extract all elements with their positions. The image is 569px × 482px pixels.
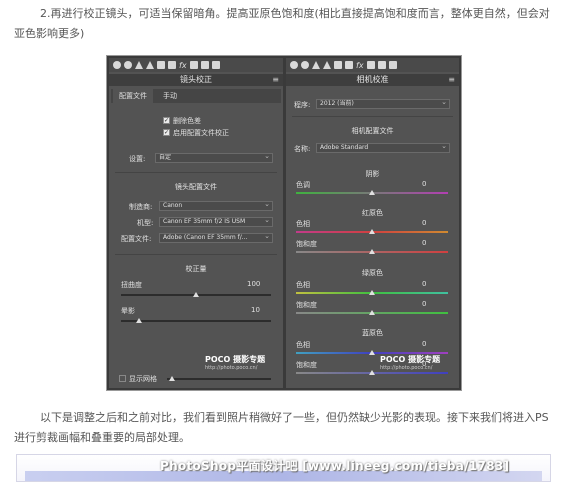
green-primary-heading: 绿原色 [362,269,383,277]
lens-correction-panel: fx 镜头校正 ≡ 配置文件 手动 ✓ 删除色差 ✓ 启用配置文件校正 设置: … [109,58,283,388]
watermark-text: POCO 摄影专题 [205,355,266,364]
panel-title-text: 相机校准 [356,75,389,84]
effects-icon[interactable]: fx [179,61,187,70]
blue-hue-value[interactable]: 0 [422,340,426,348]
blue-hue-label: 色相 [296,341,310,349]
tab-profile[interactable]: 配置文件 [113,89,153,103]
green-hue-label: 色相 [296,281,310,289]
model-select[interactable]: Canon EF 35mm f/2 IS USM [159,217,273,227]
blue-sat-label: 饱和度 [296,361,317,369]
panel-title: 相机校准 ≡ [286,74,459,86]
process-select[interactable]: 2012 (当前) [316,99,450,109]
camera-calibration-panel: fx 相机校准 ≡ 程序: 2012 (当前) 相机配置文件 名称: Adobe… [286,58,459,388]
comparison-paragraph: 以下是调整之后和之前对比，我们看到照片稍微好了一些，但仍然缺少光影的表现。接下来… [14,411,549,444]
snapshots-icon[interactable] [211,61,220,69]
grid-size-slider-thumb[interactable] [169,376,175,381]
divider [115,172,277,173]
hsl-icon[interactable] [135,61,143,69]
shadows-heading: 阴影 [365,170,380,178]
split-toning-icon[interactable] [323,61,331,69]
snapshots-icon[interactable] [388,61,397,69]
vignette-slider[interactable] [121,320,271,322]
remove-ca-label: 删除色差 [173,117,201,125]
red-primary-heading: 红原色 [362,209,383,217]
green-hue-slider-thumb[interactable] [369,290,375,295]
profile-label: 配置文件: [121,235,152,243]
presets-icon[interactable] [377,61,386,69]
panel-title: 镜头校正 ≡ [109,74,283,86]
green-hue-value[interactable]: 0 [422,280,426,288]
tint-value[interactable]: 0 [422,180,426,188]
lightroom-screenshot: fx 镜头校正 ≡ 配置文件 手动 ✓ 删除色差 ✓ 启用配置文件校正 设置: … [106,55,462,391]
tint-label: 色调 [296,181,310,189]
red-sat-value[interactable]: 0 [422,239,426,247]
watermark-url: http://photo.poco.cn/ [380,365,433,371]
profile-name-select[interactable]: Adobe Standard [316,143,450,153]
process-label: 程序: [294,101,311,109]
blue-primary-heading: 蓝原色 [362,329,383,337]
make-label: 制造商: [129,203,153,211]
camera-icon[interactable] [366,61,375,69]
show-grid-checkbox[interactable] [119,375,126,382]
basic-icon[interactable] [290,61,298,69]
presets-icon[interactable] [200,61,209,69]
model-label: 机型: [137,219,154,227]
detail-icon[interactable] [334,61,342,69]
blue-hue-slider-thumb[interactable] [369,350,375,355]
blue-sat-slider-thumb[interactable] [369,370,375,375]
poco-watermark: POCO 摄影专题 http://photo.poco.cn/ [205,354,265,371]
make-select[interactable]: Canon [159,201,273,211]
watermark-url: http://photo.poco.cn/ [205,365,258,371]
divider [292,116,453,117]
profile-select[interactable]: Adobe (Canon EF 35mm f/... [159,233,273,243]
basic-icon[interactable] [113,61,121,69]
red-hue-slider-thumb[interactable] [369,229,375,234]
split-toning-icon[interactable] [146,61,154,69]
lens-icon[interactable] [168,61,176,69]
detail-icon[interactable] [157,61,165,69]
tool-icon-bar: fx [109,58,283,72]
tab-manual[interactable]: 手动 [157,89,183,103]
setup-select[interactable]: 自定 [155,153,273,163]
panel-menu-icon[interactable]: ≡ [272,74,279,86]
red-hue-value[interactable]: 0 [422,219,426,227]
green-sat-value[interactable]: 0 [422,300,426,308]
effects-icon[interactable]: fx [356,61,364,70]
enable-profile-checkbox[interactable]: ✓ [163,129,170,136]
name-label: 名称: [294,145,311,153]
grid-size-slider[interactable] [167,378,271,380]
vignette-value[interactable]: 10 [251,306,260,314]
poco-watermark: POCO 摄影专题 http://photo.poco.cn/ [380,354,440,371]
setup-label: 设置: [129,155,146,163]
red-hue-label: 色相 [296,220,310,228]
amount-heading: 校正量 [185,265,207,273]
lens-profile-heading: 镜头配置文件 [175,183,217,191]
distortion-slider-thumb[interactable] [193,292,199,297]
enable-profile-label: 启用配置文件校正 [173,129,229,137]
vignette-slider-thumb[interactable] [136,318,142,323]
panel-menu-icon[interactable]: ≡ [448,74,455,86]
tint-slider-thumb[interactable] [369,190,375,195]
panel-title-text: 镜头校正 [180,75,212,84]
show-grid-label: 显示网格 [129,375,157,383]
vignette-label: 晕影 [121,307,135,315]
green-sat-label: 饱和度 [296,301,317,309]
red-sat-label: 饱和度 [296,240,317,248]
green-sat-slider-thumb[interactable] [369,310,375,315]
distortion-label: 扭曲度 [121,281,142,289]
camera-profile-heading: 相机配置文件 [351,127,394,135]
divider [115,254,277,255]
tone-curve-icon[interactable] [301,61,309,69]
red-sat-slider-thumb[interactable] [369,249,375,254]
hsl-icon[interactable] [312,61,320,69]
lens-icon[interactable] [345,61,353,69]
remove-ca-checkbox[interactable]: ✓ [163,117,170,124]
watermark-text: POCO 摄影专题 [380,355,441,364]
site-watermark: PhotoShop平面设计吧 [www.lineeg.com/tieba/178… [160,459,510,473]
camera-icon[interactable] [189,61,198,69]
tool-icon-bar: fx [286,58,459,72]
distortion-value[interactable]: 100 [247,280,260,288]
tone-curve-icon[interactable] [124,61,132,69]
intro-paragraph: 2.再进行校正镜头，可适当保留暗角。提高亚原色饱和度(相比直接提高饱和度而言，整… [14,7,550,40]
